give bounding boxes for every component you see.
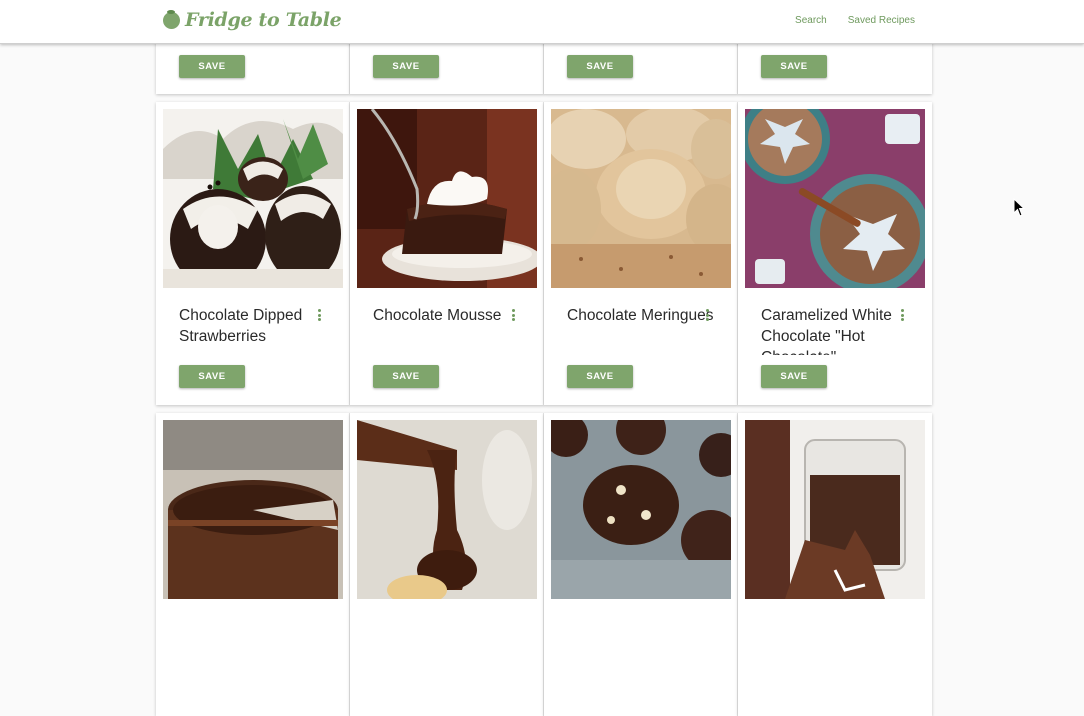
recipe-image[interactable] xyxy=(551,109,731,288)
recipe-row-middle: Chocolate Dipped Strawberries SAVE Choco… xyxy=(156,102,932,405)
more-vert-icon[interactable] xyxy=(706,309,710,321)
mouse-cursor-icon xyxy=(1013,198,1026,217)
brand-title: Fridge to Table xyxy=(185,9,342,31)
more-vert-icon[interactable] xyxy=(512,309,516,321)
recipe-card xyxy=(156,413,350,716)
recipe-card xyxy=(544,413,738,716)
save-button[interactable]: SAVE xyxy=(761,55,827,78)
save-button[interactable]: SAVE xyxy=(179,55,245,78)
recipe-image[interactable] xyxy=(357,109,537,288)
save-button[interactable]: SAVE xyxy=(567,365,633,388)
recipe-image[interactable] xyxy=(551,420,731,599)
recipe-image[interactable] xyxy=(745,109,925,288)
recipe-image[interactable] xyxy=(163,420,343,599)
recipe-title[interactable]: Chocolate Mousse xyxy=(373,305,523,355)
recipe-title[interactable]: Chocolate Dipped Strawberries xyxy=(179,305,329,355)
app-header: Fridge to Table Search Saved Recipes xyxy=(0,0,1084,44)
recipe-image[interactable] xyxy=(163,109,343,288)
top-nav: Search Saved Recipes xyxy=(795,15,915,26)
recipe-card xyxy=(738,413,932,716)
tomato-icon xyxy=(163,9,180,29)
save-button[interactable]: SAVE xyxy=(373,365,439,388)
recipe-card: Chocolate Meringues SAVE xyxy=(544,102,738,405)
nav-link-saved-recipes[interactable]: Saved Recipes xyxy=(848,15,915,26)
recipe-card: Caramelized White Chocolate "Hot Chocola… xyxy=(738,102,932,405)
more-vert-icon[interactable] xyxy=(901,309,905,321)
recipe-image[interactable] xyxy=(745,420,925,599)
save-button[interactable]: SAVE xyxy=(761,365,827,388)
brand-logo[interactable]: Fridge to Table xyxy=(163,9,342,31)
recipe-title[interactable]: Chocolate Meringues xyxy=(567,305,717,355)
recipe-row-bottom xyxy=(156,413,932,716)
recipe-card: Chocolate Dipped Strawberries SAVE xyxy=(156,102,350,405)
more-vert-icon[interactable] xyxy=(318,309,322,321)
recipe-card xyxy=(350,413,544,716)
recipe-image[interactable] xyxy=(357,420,537,599)
nav-link-search[interactable]: Search xyxy=(795,15,827,26)
recipe-title[interactable]: Caramelized White Chocolate "Hot Chocola… xyxy=(761,305,911,355)
save-button[interactable]: SAVE xyxy=(179,365,245,388)
save-button[interactable]: SAVE xyxy=(567,55,633,78)
save-button[interactable]: SAVE xyxy=(373,55,439,78)
recipe-card: Chocolate Mousse SAVE xyxy=(350,102,544,405)
